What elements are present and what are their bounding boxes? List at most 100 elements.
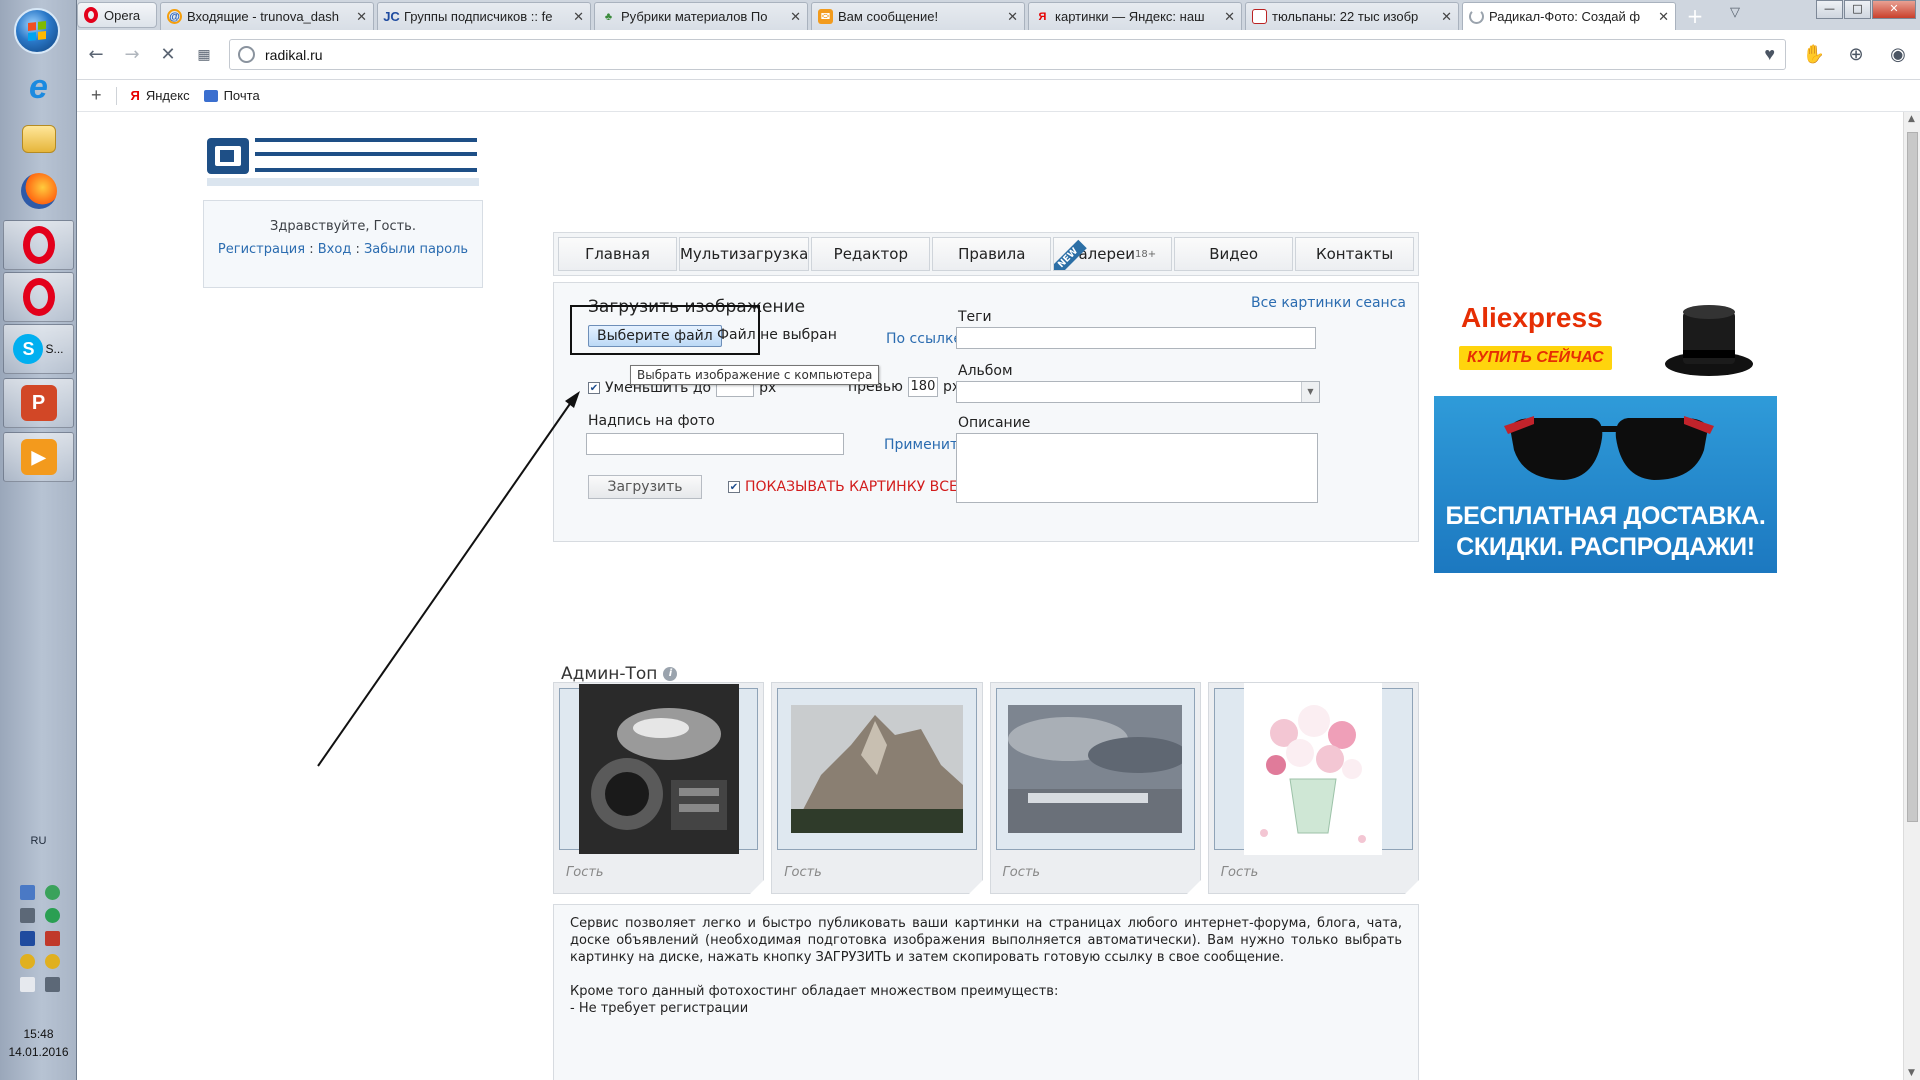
menu-item-rules[interactable]: Правила [932,237,1052,271]
album-select[interactable]: ▼ [956,381,1320,403]
stop-loading-icon[interactable]: ✕ [157,44,179,65]
taskbar-media-player[interactable]: ▶ [3,432,74,482]
menu-item-galleries[interactable]: NEW Галереи 18+ [1053,237,1173,271]
scrollbar-thumb[interactable] [1907,132,1918,822]
all-session-pictures-link[interactable]: Все картинки сеанса [1251,295,1406,311]
thumbnail-frame[interactable] [777,688,977,850]
aliexpress-ad-banner[interactable]: Aliexpress КУПИТЬ СЕЙЧАС БЕСПЛАТНАЯ ДОСТ… [1434,288,1777,573]
language-indicator[interactable]: RU [0,835,77,847]
extension-icon[interactable]: ✋ [1800,44,1828,65]
menu-item-editor[interactable]: Редактор [811,237,931,271]
upload-button[interactable]: Загрузить [588,475,702,499]
gallery-card[interactable]: Гость [1207,682,1419,894]
close-tab-icon[interactable]: ✕ [356,9,367,25]
menu-item-home[interactable]: Главная [558,237,677,271]
taskbar-opera-1[interactable] [3,220,74,270]
menu-item-video[interactable]: Видео [1174,237,1294,271]
forward-arrow-icon[interactable]: → [121,44,143,65]
apply-link[interactable]: Применить [884,437,966,453]
gallery-card[interactable]: Гость [771,682,983,894]
vertical-scrollbar[interactable]: ▲ ▼ [1903,112,1920,1080]
tab-yandex-images[interactable]: Я картинки — Яндекс: наш ✕ [1028,2,1242,30]
preview-size-input[interactable]: 180 [907,377,938,397]
thumbnail-frame[interactable] [995,688,1195,850]
close-tab-icon[interactable]: ✕ [1007,9,1018,25]
address-bar[interactable]: radikal.ru ♥ [229,39,1786,70]
reduce-checkbox[interactable]: ✔ [588,382,600,394]
coin-icon[interactable] [20,954,35,969]
gallery-card[interactable]: Гость [553,682,765,894]
register-link[interactable]: Регистрация [218,242,305,257]
app-tray-icon[interactable] [45,931,60,946]
tab-subscribers[interactable]: JC Группы подписчиков :: fe ✕ [377,2,591,30]
refresh-icon[interactable] [45,908,60,923]
show-to-all-checkbox[interactable]: ✔ [728,481,740,493]
gallery-card[interactable]: Гость [989,682,1201,894]
account-icon[interactable]: ◉ [1884,44,1912,65]
thumbnail-frame[interactable] [1213,683,1413,855]
windows-tray-icon[interactable] [20,885,35,900]
tab-rubrics[interactable]: ♣ Рубрики материалов По ✕ [594,2,808,30]
taskbar-skype[interactable]: S S... [3,324,74,374]
sea-photo[interactable] [1008,705,1183,833]
speed-dial-grid-icon[interactable]: ▦ [193,47,215,63]
caption-input[interactable] [586,433,844,455]
buy-now-button[interactable]: КУПИТЬ СЕЙЧАС [1459,346,1612,370]
scroll-up-icon[interactable]: ▲ [1908,114,1915,124]
close-tab-icon[interactable]: ✕ [790,9,801,25]
info-icon[interactable]: i [663,667,678,681]
firefox-icon [20,173,57,209]
radikal-foto-logo[interactable] [205,122,480,192]
tab-menu-chevron-icon[interactable]: ▽ [1722,5,1748,27]
description-textarea[interactable] [956,433,1318,503]
heart-bookmark-icon[interactable]: ♥ [1764,44,1775,65]
ru-keyboard-icon[interactable] [20,931,35,946]
flowers-photo[interactable] [1244,683,1383,855]
login-link[interactable]: Вход [318,242,352,257]
mountain-photo[interactable] [790,705,963,833]
maximize-button[interactable]: □ [1844,0,1871,19]
add-bookmark-icon[interactable]: + [91,85,102,106]
tab-tulips[interactable]: тюльпаны: 22 тыс изобр ✕ [1245,2,1459,30]
taskbar-powerpoint[interactable]: P [3,378,74,428]
upload-by-link[interactable]: По ссылке [886,331,962,347]
tab-message[interactable]: ✉ Вам сообщение! ✕ [811,2,1025,30]
taskbar-firefox[interactable] [3,166,74,216]
close-tab-icon[interactable]: ✕ [1658,9,1669,25]
close-window-button[interactable]: ✕ [1872,0,1916,19]
network-icon[interactable] [45,977,60,992]
coin-icon-2[interactable] [45,954,60,969]
menu-item-multiupload[interactable]: Мультизагрузка [678,237,810,271]
new-tab-button[interactable]: + [1682,5,1708,27]
menu-item-contacts[interactable]: Контакты [1295,237,1415,271]
close-tab-icon[interactable]: ✕ [1224,9,1235,25]
tags-input[interactable] [956,327,1316,349]
taskbar-ie[interactable]: e [3,62,74,112]
thumbnail-frame[interactable] [559,684,759,854]
tab-mail[interactable]: @ Входящие - trunova_dash ✕ [160,2,374,30]
taskbar-opera-2[interactable] [3,272,74,322]
clock[interactable]: 15:48 14.01.2016 [0,1025,77,1061]
flag-icon[interactable] [20,977,35,992]
bookmark-mail[interactable]: Почта [203,88,260,103]
dropdown-arrow-icon[interactable]: ▼ [1301,382,1319,402]
close-tab-icon[interactable]: ✕ [573,9,584,25]
site-info-icon[interactable] [238,46,255,63]
menu-label: Видео [1209,245,1259,263]
download-icon[interactable]: ⊕ [1842,44,1870,65]
close-tab-icon[interactable]: ✕ [1441,9,1452,25]
forgot-password-link[interactable]: Забыли пароль [364,242,468,257]
taskbar-explorer[interactable] [3,114,74,164]
opera-menu-button[interactable]: Opera [77,2,157,28]
minimize-button[interactable]: — [1816,0,1843,19]
scroll-down-icon[interactable]: ▼ [1908,1068,1915,1078]
volume-icon[interactable] [20,908,35,923]
tab-radikal[interactable]: Радикал-Фото: Создай ф ✕ [1462,2,1676,30]
start-button[interactable] [14,8,60,54]
loading-spinner-icon [1469,9,1484,24]
motorcycle-photo[interactable] [578,684,739,854]
bookmark-yandex[interactable]: Я Яндекс [131,88,190,103]
address-text[interactable]: radikal.ru [265,47,323,63]
sync-icon[interactable] [45,885,60,900]
back-arrow-icon[interactable]: ← [85,44,107,65]
